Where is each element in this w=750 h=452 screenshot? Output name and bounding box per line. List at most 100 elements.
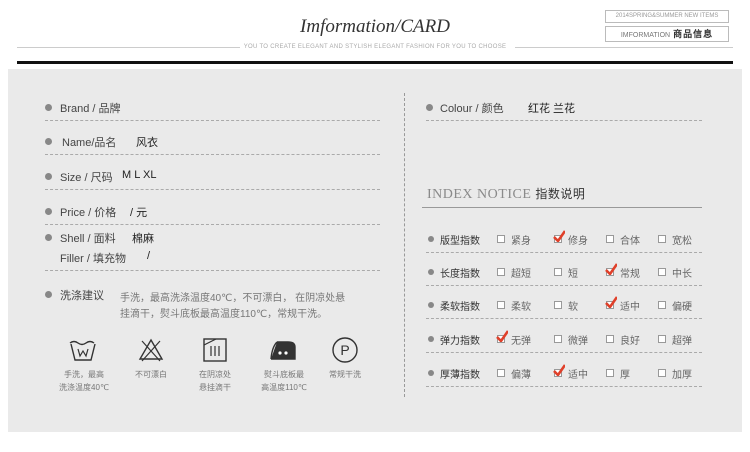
divider <box>45 270 380 271</box>
info-badge: IMFORMATION 商品信息 <box>605 26 729 42</box>
care-label-dry: 在阴凉处 悬挂滴干 <box>199 370 231 392</box>
bullet <box>45 173 52 180</box>
index-option-label: 偏硬 <box>672 302 692 313</box>
index-notice-title: INDEX NOTICE 指数说明 <box>427 187 586 202</box>
check-mark-icon <box>605 263 617 275</box>
index-option-label: 宽松 <box>672 236 692 247</box>
index-option-label: 厚 <box>620 370 630 381</box>
checkbox[interactable] <box>606 369 614 377</box>
checkbox[interactable] <box>497 301 505 309</box>
divider <box>426 120 702 121</box>
checkbox[interactable] <box>658 235 666 243</box>
bullet <box>45 138 52 145</box>
care-label-wash: 手洗，最高 洗涤温度40℃ <box>59 370 109 392</box>
filler-value: / <box>147 250 151 262</box>
bullet <box>45 291 52 298</box>
checkbox[interactable] <box>554 268 562 276</box>
divider <box>426 252 702 253</box>
index-option-label: 适中 <box>568 370 588 381</box>
index-option-label: 微弹 <box>568 336 588 347</box>
info-badge-cn: 商品信息 <box>673 29 714 39</box>
divider <box>45 120 380 121</box>
bullet <box>426 104 433 111</box>
column-separator <box>404 93 405 397</box>
care-label-dryclean: 常规干洗 <box>329 370 361 379</box>
dry-clean-p-icon: P <box>332 337 358 363</box>
checkbox[interactable] <box>554 301 562 309</box>
checkbox[interactable] <box>497 268 505 276</box>
divider <box>45 154 380 155</box>
index-title-rule <box>422 207 702 208</box>
wash-tub-icon <box>69 340 96 361</box>
bullet <box>428 236 434 242</box>
index-option-label: 短 <box>568 269 578 280</box>
index-row-label: 版型指数 <box>440 236 480 247</box>
bullet <box>45 104 52 111</box>
index-option-label: 修身 <box>568 236 588 247</box>
dry-clean-letter: P <box>340 342 349 358</box>
index-option-label: 偏薄 <box>511 370 531 381</box>
colour-value: 红花 兰花 <box>528 103 576 115</box>
checkbox[interactable] <box>658 369 666 377</box>
brand-label: Brand / 品牌 <box>60 103 121 115</box>
index-option-label: 合体 <box>620 236 640 247</box>
index-row-label: 厚薄指数 <box>440 370 480 381</box>
name-value: 风衣 <box>136 137 158 149</box>
checkbox[interactable] <box>658 268 666 276</box>
price-value: / 元 <box>130 207 148 219</box>
checkbox[interactable] <box>658 335 666 343</box>
index-option-label: 常规 <box>620 269 640 280</box>
index-option-label: 加厚 <box>672 370 692 381</box>
season-badge: 2014SPRING&SUMMER NEW ITEMS <box>605 10 729 23</box>
shell-label: Shell / 面料 <box>60 233 116 245</box>
checkbox[interactable] <box>658 301 666 309</box>
divider <box>426 386 702 387</box>
index-option-label: 无弹 <box>511 336 531 347</box>
filler-label: Filler / 填充物 <box>60 253 127 265</box>
name-label: Name/品名 <box>62 137 117 149</box>
bullet <box>428 336 434 342</box>
divider <box>45 189 380 190</box>
divider <box>426 318 702 319</box>
shell-value: 棉麻 <box>132 233 154 245</box>
index-option-label: 良好 <box>620 336 640 347</box>
price-label: Price / 价格 <box>60 207 117 219</box>
index-option-label: 适中 <box>620 302 640 313</box>
bullet <box>45 208 52 215</box>
info-badge-en: IMFORMATION <box>620 32 671 39</box>
checkbox[interactable] <box>554 335 562 343</box>
index-option-label: 中长 <box>672 269 692 280</box>
wash-text-line1: 手洗，最高洗涤温度40℃，不可漂白， 在阴凉处悬 <box>120 293 346 304</box>
index-option-label: 超弹 <box>672 336 692 347</box>
check-mark-icon <box>605 296 617 308</box>
index-row-label: 长度指数 <box>440 269 480 280</box>
check-mark-icon <box>553 364 565 376</box>
checkbox[interactable] <box>606 235 614 243</box>
bullet <box>45 234 52 241</box>
checkbox[interactable] <box>606 335 614 343</box>
index-option-label: 柔软 <box>511 302 531 313</box>
bullet <box>428 370 434 376</box>
care-label-iron: 熨斗底板最 高温度110℃ <box>261 370 307 392</box>
colour-label: Colour / 颜色 <box>440 103 504 115</box>
care-label-bleach: 不可漂白 <box>135 370 167 379</box>
divider <box>426 352 702 353</box>
index-option-label: 紧身 <box>511 236 531 247</box>
divider <box>45 224 380 225</box>
iron-icon <box>270 341 296 360</box>
bullet <box>428 269 434 275</box>
wash-text-line2: 挂滴干，熨斗底板最高温度110℃，常规干洗。 <box>120 309 328 320</box>
checkbox[interactable] <box>497 235 505 243</box>
size-value: M L XL <box>122 169 157 181</box>
wash-label: 洗涤建议 <box>60 290 104 302</box>
check-mark-icon <box>496 330 508 342</box>
bullet <box>428 302 434 308</box>
index-option-label: 超短 <box>511 269 531 280</box>
header-bar <box>17 61 733 64</box>
checkbox[interactable] <box>497 369 505 377</box>
index-option-label: 软 <box>568 302 578 313</box>
card-subtitle: YOU TO CREATE ELEGANT AND STYLISH ELEGAN… <box>243 44 507 50</box>
index-row-label: 柔软指数 <box>440 302 480 313</box>
index-row-label: 弹力指数 <box>440 336 480 347</box>
no-bleach-icon <box>138 338 164 362</box>
